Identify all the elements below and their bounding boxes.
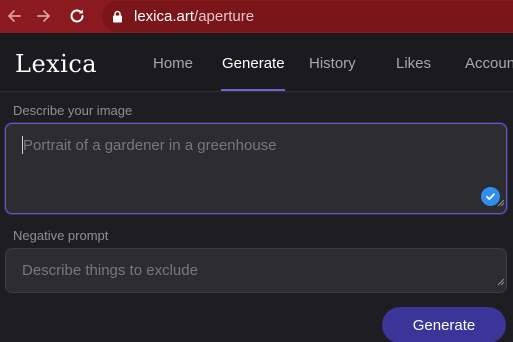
url-text: lexica.art/aperture [134,8,254,25]
prompt-placeholder: Portrait of a gardener in a greenhouse [23,137,277,154]
lock-icon [112,10,123,28]
url-host: lexica.art [134,8,195,25]
negative-prompt-textarea[interactable]: Describe things to exclude [5,248,507,293]
back-arrow-icon[interactable] [4,6,24,26]
tab-account[interactable]: Accoun [465,55,513,72]
tab-generate[interactable]: Generate [222,55,285,72]
browser-toolbar: lexica.art/aperture [0,0,513,33]
tab-history[interactable]: History [309,55,356,72]
negative-prompt-placeholder: Describe things to exclude [22,262,198,279]
app-header: Lexica Home Generate History Likes Accou… [0,33,513,92]
forward-arrow-icon[interactable] [34,6,54,26]
url-path: /aperture [194,8,255,25]
active-tab-indicator [221,89,285,91]
resize-handle-icon[interactable] [497,273,505,291]
prompt-label: Describe your image [13,103,133,118]
lexica-logo[interactable]: Lexica [15,50,97,78]
resize-handle-icon[interactable] [497,194,505,212]
prompt-textarea[interactable]: Portrait of a gardener in a greenhouse [5,123,507,214]
tab-likes[interactable]: Likes [396,55,431,72]
negative-prompt-label: Negative prompt [13,228,109,243]
address-bar[interactable]: lexica.art/aperture [102,1,513,32]
tab-home[interactable]: Home [153,55,193,72]
generate-button[interactable]: Generate [382,307,506,342]
reload-icon[interactable] [67,6,87,26]
